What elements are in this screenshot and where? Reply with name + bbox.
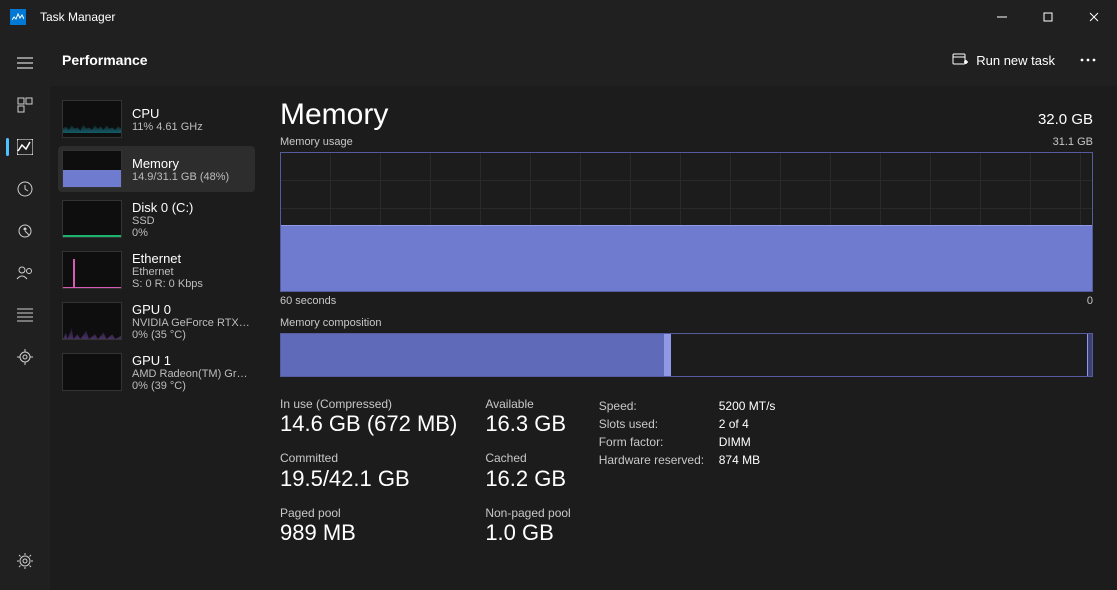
available-label: Available xyxy=(485,397,570,411)
memory-stats: In use (Compressed) 14.6 GB (672 MB) Com… xyxy=(280,397,1093,546)
detail-capacity: 32.0 GB xyxy=(1038,111,1093,128)
perf-item-sub2: 0% (39 °C) xyxy=(132,380,251,392)
paged-value: 989 MB xyxy=(280,520,457,546)
cpu-thumbnail xyxy=(62,100,122,138)
more-options-button[interactable] xyxy=(1071,44,1105,76)
nav-users-icon[interactable] xyxy=(6,254,44,292)
perf-item-sub: Ethernet xyxy=(132,266,203,278)
nav-history-icon[interactable] xyxy=(6,170,44,208)
close-button[interactable] xyxy=(1071,0,1117,34)
nav-processes-icon[interactable] xyxy=(6,86,44,124)
run-task-label: Run new task xyxy=(976,53,1055,68)
memory-composition-bar[interactable] xyxy=(280,333,1093,377)
perf-item-name: Ethernet xyxy=(132,251,203,266)
run-new-task-button[interactable]: Run new task xyxy=(942,46,1065,75)
perf-item-sub: 11% 4.61 GHz xyxy=(132,121,203,133)
perf-item-disk[interactable]: Disk 0 (C:) SSD 0% xyxy=(58,196,255,243)
perf-item-sub2: 0% xyxy=(132,227,193,239)
perf-item-name: Disk 0 (C:) xyxy=(132,200,193,215)
perf-item-sub: 14.9/31.1 GB (48%) xyxy=(132,171,229,183)
in-use-value: 14.6 GB (672 MB) xyxy=(280,411,457,437)
perf-item-ethernet[interactable]: Ethernet Ethernet S: 0 R: 0 Kbps xyxy=(58,247,255,294)
form-key: Form factor: xyxy=(599,435,719,449)
nav-details-icon[interactable] xyxy=(6,296,44,334)
minimize-button[interactable] xyxy=(979,0,1025,34)
committed-value: 19.5/42.1 GB xyxy=(280,466,457,492)
perf-item-memory[interactable]: Memory 14.9/31.1 GB (48%) xyxy=(58,146,255,192)
nonpaged-value: 1.0 GB xyxy=(485,520,570,546)
perf-item-name: CPU xyxy=(132,106,203,121)
page-header: Performance Run new task xyxy=(50,34,1117,86)
ethernet-thumbnail xyxy=(62,251,122,289)
composition-in-use xyxy=(281,334,665,376)
in-use-label: In use (Compressed) xyxy=(280,397,457,411)
perf-item-sub: NVIDIA GeForce RTX 408 xyxy=(132,317,251,329)
title-bar: Task Manager xyxy=(0,0,1117,34)
nav-performance-icon[interactable] xyxy=(6,128,44,166)
perf-item-sub: AMD Radeon(TM) Grapl xyxy=(132,368,251,380)
performance-sidebar: CPU 11% 4.61 GHz Memory 14.9/31.1 GB (48… xyxy=(50,86,260,590)
chart-label-left: Memory usage xyxy=(280,136,353,148)
nonpaged-label: Non-paged pool xyxy=(485,506,570,520)
memory-spec-table: Speed: 5200 MT/s Slots used: 2 of 4 Form… xyxy=(599,399,776,467)
speed-key: Speed: xyxy=(599,399,719,413)
nav-rail xyxy=(0,34,50,590)
available-value: 16.3 GB xyxy=(485,411,570,437)
memory-thumbnail xyxy=(62,150,122,188)
run-task-icon xyxy=(952,51,968,70)
perf-item-gpu1[interactable]: GPU 1 AMD Radeon(TM) Grapl 0% (39 °C) xyxy=(58,349,255,396)
maximize-button[interactable] xyxy=(1025,0,1071,34)
composition-label: Memory composition xyxy=(280,317,1093,329)
composition-hardware-reserved xyxy=(1087,334,1092,376)
speed-value: 5200 MT/s xyxy=(719,399,776,413)
window-title: Task Manager xyxy=(40,10,115,24)
perf-item-sub2: 0% (35 °C) xyxy=(132,329,251,341)
detail-title: Memory xyxy=(280,98,388,132)
nav-services-icon[interactable] xyxy=(6,338,44,376)
committed-label: Committed xyxy=(280,451,457,465)
hw-key: Hardware reserved: xyxy=(599,453,719,467)
paged-label: Paged pool xyxy=(280,506,457,520)
perf-item-name: Memory xyxy=(132,156,229,171)
memory-usage-chart[interactable] xyxy=(280,152,1093,292)
perf-item-name: GPU 1 xyxy=(132,353,251,368)
nav-startup-icon[interactable] xyxy=(6,212,44,250)
app-icon xyxy=(10,9,26,25)
cached-label: Cached xyxy=(485,451,570,465)
memory-usage-fill xyxy=(281,225,1092,291)
gpu0-thumbnail xyxy=(62,302,122,340)
chart-footer-left: 60 seconds xyxy=(280,295,336,307)
settings-icon[interactable] xyxy=(6,542,44,580)
cached-value: 16.2 GB xyxy=(485,466,570,492)
page-title: Performance xyxy=(62,52,148,68)
perf-item-name: GPU 0 xyxy=(132,302,251,317)
perf-item-gpu0[interactable]: GPU 0 NVIDIA GeForce RTX 408 0% (35 °C) xyxy=(58,298,255,345)
chart-label-right: 31.1 GB xyxy=(1053,136,1093,148)
hamburger-icon[interactable] xyxy=(6,44,44,82)
perf-item-sub: SSD xyxy=(132,215,193,227)
gpu1-thumbnail xyxy=(62,353,122,391)
perf-item-sub2: S: 0 R: 0 Kbps xyxy=(132,278,203,290)
slots-value: 2 of 4 xyxy=(719,417,776,431)
chart-footer-right: 0 xyxy=(1087,295,1093,307)
composition-standby-free xyxy=(671,334,1087,376)
memory-detail-panel: Memory 32.0 GB Memory usage 31.1 GB 60 s… xyxy=(260,86,1117,590)
hw-value: 874 MB xyxy=(719,453,776,467)
disk-thumbnail xyxy=(62,200,122,238)
form-value: DIMM xyxy=(719,435,776,449)
perf-item-cpu[interactable]: CPU 11% 4.61 GHz xyxy=(58,96,255,142)
slots-key: Slots used: xyxy=(599,417,719,431)
